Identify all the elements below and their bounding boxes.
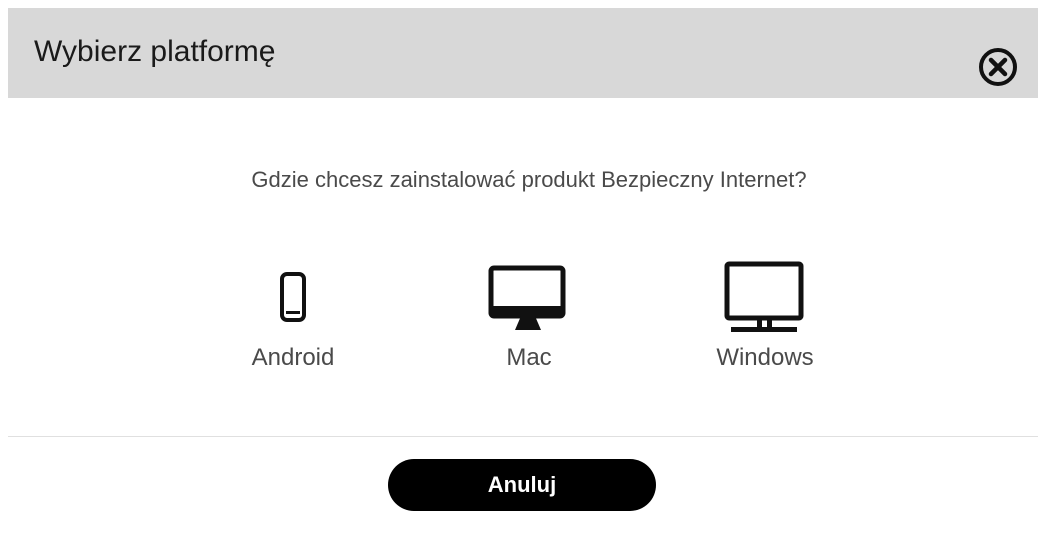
cancel-button[interactable]: Anuluj [388,459,656,511]
platform-dialog: Wybierz platformę Gdzie chcesz zainstalo… [0,0,1038,544]
platform-label-mac: Mac [506,344,552,371]
dialog-title: Wybierz platformę [34,35,276,68]
pc-monitor-icon [685,258,845,338]
footer-divider [8,436,1038,437]
platform-option-android[interactable]: Android [213,258,373,388]
install-question: Gdzie chcesz zainstalować produkt Bezpie… [251,167,807,192]
imac-monitor-icon [449,258,609,338]
platform-label-windows: Windows [716,344,814,371]
platform-option-windows[interactable]: Windows [685,258,845,388]
smartphone-icon [213,258,373,338]
platform-label-android: Android [251,344,335,371]
dialog-header: Wybierz platformę [8,8,1038,98]
platform-option-mac[interactable]: Mac [449,258,609,388]
close-icon[interactable] [977,46,1019,88]
